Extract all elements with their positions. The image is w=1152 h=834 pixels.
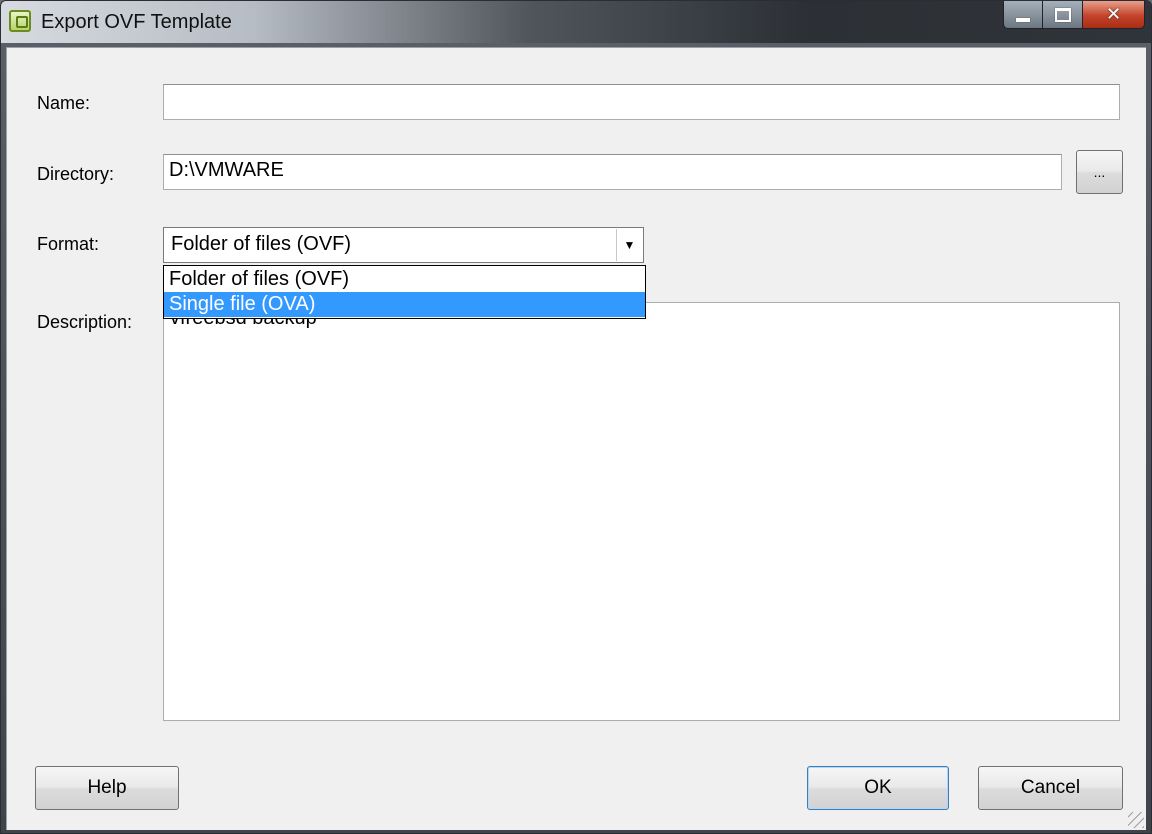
directory-value: D:\VMWARE: [169, 159, 284, 181]
resize-grip-icon[interactable]: [1128, 812, 1144, 828]
minimize-button[interactable]: [1003, 1, 1043, 29]
help-button[interactable]: Help: [35, 766, 179, 810]
name-label: Name:: [37, 93, 91, 113]
format-option-ovf[interactable]: Folder of files (OVF): [164, 267, 645, 292]
format-label: Format:: [37, 234, 100, 254]
description-label: Description:: [37, 312, 133, 332]
maximize-icon: [1054, 7, 1071, 22]
cancel-button[interactable]: Cancel: [978, 766, 1123, 810]
directory-label: Directory:: [37, 164, 115, 184]
close-button[interactable]: ✕: [1083, 1, 1145, 29]
format-select[interactable]: Folder of files (OVF) ▼: [163, 227, 644, 263]
minimize-icon: [1016, 17, 1030, 22]
directory-input[interactable]: D:\VMWARE: [163, 154, 1062, 190]
dialog-client-area: Name: Directory: D:\VMWARE ... Format: F…: [6, 47, 1146, 830]
close-icon: ✕: [1105, 4, 1122, 25]
window-title: Export OVF Template: [41, 11, 232, 33]
browse-button[interactable]: ...: [1076, 150, 1123, 194]
description-textarea[interactable]: vfreebsd backup: [163, 302, 1120, 721]
title-bar[interactable]: Export OVF Template ✕: [1, 1, 1151, 43]
format-option-ova[interactable]: Single file (OVA): [164, 292, 645, 317]
export-ovf-window: Export OVF Template ✕ Name: Directory: D…: [0, 0, 1152, 834]
format-dropdown-list: Folder of files (OVF) Single file (OVA): [163, 265, 646, 319]
maximize-button[interactable]: [1043, 1, 1083, 29]
chevron-down-icon[interactable]: ▼: [616, 229, 642, 261]
name-input[interactable]: [163, 84, 1120, 120]
ok-button[interactable]: OK: [807, 766, 949, 810]
vsphere-icon: [9, 10, 31, 32]
format-selected-value: Folder of files (OVF): [171, 233, 352, 255]
window-controls: ✕: [1003, 1, 1145, 31]
